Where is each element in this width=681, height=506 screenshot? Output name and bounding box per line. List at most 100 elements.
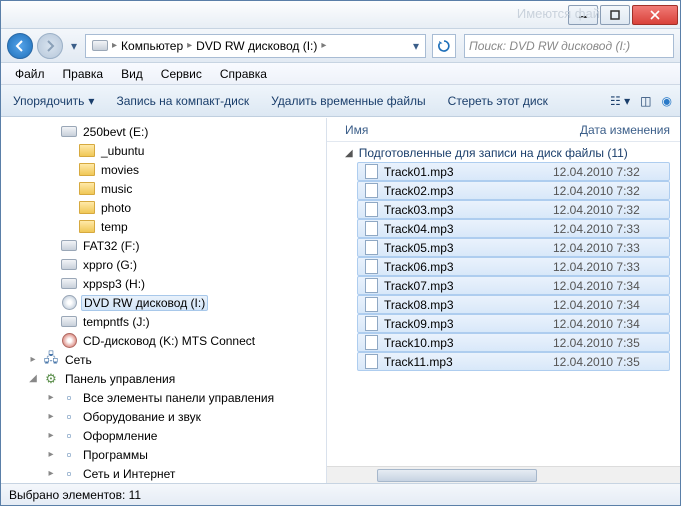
drive-icon	[61, 314, 77, 330]
tree-node[interactable]: ▸ Все элементы панели управления	[1, 388, 326, 407]
address-dropdown-icon[interactable]: ▾	[409, 39, 423, 53]
drive-icon	[61, 276, 77, 292]
tree-node[interactable]: movies	[1, 160, 326, 179]
tree-node[interactable]: ▸ Сеть и Интернет	[1, 464, 326, 483]
back-button[interactable]	[7, 33, 33, 59]
file-row[interactable]: Track01.mp312.04.2010 7:32	[357, 162, 670, 181]
group-collapse-icon[interactable]: ◢	[345, 148, 353, 159]
close-button[interactable]	[632, 5, 678, 25]
tree-label: _ubuntu	[99, 144, 146, 158]
tree-label: FAT32 (F:)	[81, 239, 141, 253]
file-date: 12.04.2010 7:35	[553, 355, 663, 369]
nav-history-dropdown[interactable]: ▾	[67, 36, 81, 56]
menu-view[interactable]: Вид	[113, 65, 151, 83]
file-icon	[364, 279, 378, 293]
preview-pane-button[interactable]: ◫	[640, 94, 651, 108]
expand-icon[interactable]: ▸	[45, 411, 57, 422]
group-header[interactable]: ◢ Подготовленные для записи на диск файл…	[327, 142, 680, 162]
tree-node[interactable]: CD-дисковод (K:) MTS Connect	[1, 331, 326, 350]
burn-button[interactable]: Запись на компакт-диск	[112, 91, 253, 111]
file-row[interactable]: Track06.mp312.04.2010 7:33	[357, 257, 670, 276]
tree-node[interactable]: _ubuntu	[1, 141, 326, 160]
folder-icon	[79, 143, 95, 159]
folder-icon	[79, 200, 95, 216]
view-options-button[interactable]: ☷ ▾	[610, 94, 630, 108]
file-list[interactable]: Track01.mp312.04.2010 7:32Track02.mp312.…	[327, 162, 680, 466]
tree-node[interactable]: music	[1, 179, 326, 198]
address-bar[interactable]: ▸ Компьютер ▸ DVD RW дисковод (I:) ▸ ▾	[85, 34, 426, 58]
file-row[interactable]: Track05.mp312.04.2010 7:33	[357, 238, 670, 257]
breadcrumb-computer[interactable]: Компьютер	[117, 35, 187, 57]
help-button[interactable]: ◉	[662, 94, 672, 108]
tree-node[interactable]: ▸Оборудование и звук	[1, 407, 326, 426]
expand-icon[interactable]: ▸	[45, 449, 57, 460]
expand-icon[interactable]: ▸	[45, 430, 57, 441]
file-row[interactable]: Track09.mp312.04.2010 7:34	[357, 314, 670, 333]
cplitem-icon	[61, 466, 77, 482]
tree-label: Оформление	[81, 429, 159, 443]
erase-disc-button[interactable]: Стереть этот диск	[444, 91, 552, 111]
drive-icon	[61, 124, 77, 140]
tree-node[interactable]: FAT32 (F:)	[1, 236, 326, 255]
tree-node[interactable]: photo	[1, 198, 326, 217]
tree-label: music	[99, 182, 134, 196]
file-icon	[364, 241, 378, 255]
expand-icon[interactable]: ◢	[27, 373, 39, 384]
minimize-button[interactable]	[568, 5, 598, 25]
tree-node[interactable]: xppro (G:)	[1, 255, 326, 274]
expand-icon[interactable]: ▸	[45, 392, 57, 403]
tree-label: Сеть и Интернет	[81, 467, 177, 481]
expand-icon[interactable]: ▸	[27, 354, 39, 365]
tree-node[interactable]: temp	[1, 217, 326, 236]
search-input[interactable]: Поиск: DVD RW дисковод (I:)	[464, 34, 674, 58]
file-name: Track01.mp3	[384, 165, 547, 179]
column-headers[interactable]: Имя Дата изменения	[327, 118, 680, 142]
file-row[interactable]: Track02.mp312.04.2010 7:32	[357, 181, 670, 200]
breadcrumb-current[interactable]: DVD RW дисковод (I:)	[192, 35, 321, 57]
tree-node[interactable]: tempntfs (J:)	[1, 312, 326, 331]
column-name[interactable]: Имя	[345, 123, 580, 137]
horizontal-scrollbar[interactable]	[327, 466, 680, 483]
organize-button[interactable]: Упорядочить ▾	[9, 91, 98, 111]
menu-help[interactable]: Справка	[212, 65, 275, 83]
tree-node[interactable]: ▸Программы	[1, 445, 326, 464]
file-name: Track05.mp3	[384, 241, 547, 255]
tree-node[interactable]: ▸ Оформление	[1, 426, 326, 445]
folder-icon	[79, 162, 95, 178]
cplitem-icon	[61, 428, 77, 444]
menu-tools[interactable]: Сервис	[153, 65, 210, 83]
file-icon	[364, 298, 378, 312]
refresh-button[interactable]	[432, 34, 456, 58]
tree-node[interactable]: DVD RW дисковод (I:)	[1, 293, 326, 312]
navigation-tree[interactable]: 250bevt (E:) _ubuntumovies music photo temp F…	[1, 118, 327, 483]
tree-node[interactable]: 250bevt (E:)	[1, 122, 326, 141]
tree-label: movies	[99, 163, 141, 177]
file-row[interactable]: Track10.mp312.04.2010 7:35	[357, 333, 670, 352]
expand-icon[interactable]: ▸	[45, 468, 57, 479]
file-name: Track03.mp3	[384, 203, 547, 217]
tree-label: Панель управления	[63, 372, 177, 386]
tree-node[interactable]: ▸Сеть	[1, 350, 326, 369]
file-name: Track11.mp3	[384, 355, 547, 369]
maximize-button[interactable]	[600, 5, 630, 25]
menu-file[interactable]: Файл	[7, 65, 53, 83]
delete-temp-button[interactable]: Удалить временные файлы	[267, 91, 430, 111]
tree-label: photo	[99, 201, 133, 215]
file-name: Track04.mp3	[384, 222, 547, 236]
tree-label: Все элементы панели управления	[81, 391, 276, 405]
file-row[interactable]: Track03.mp312.04.2010 7:32	[357, 200, 670, 219]
scrollbar-thumb[interactable]	[377, 469, 537, 482]
tree-node[interactable]: xppsp3 (H:)	[1, 274, 326, 293]
forward-button[interactable]	[37, 33, 63, 59]
cpl-icon	[43, 371, 59, 387]
file-name: Track08.mp3	[384, 298, 547, 312]
file-row[interactable]: Track04.mp312.04.2010 7:33	[357, 219, 670, 238]
column-date[interactable]: Дата изменения	[580, 123, 670, 137]
file-row[interactable]: Track08.mp312.04.2010 7:34	[357, 295, 670, 314]
file-row[interactable]: Track07.mp312.04.2010 7:34	[357, 276, 670, 295]
file-name: Track07.mp3	[384, 279, 547, 293]
menu-edit[interactable]: Правка	[55, 65, 112, 83]
file-date: 12.04.2010 7:34	[553, 317, 663, 331]
file-row[interactable]: Track11.mp3 12.04.2010 7:35	[357, 352, 670, 371]
tree-node[interactable]: ◢ Панель управления	[1, 369, 326, 388]
